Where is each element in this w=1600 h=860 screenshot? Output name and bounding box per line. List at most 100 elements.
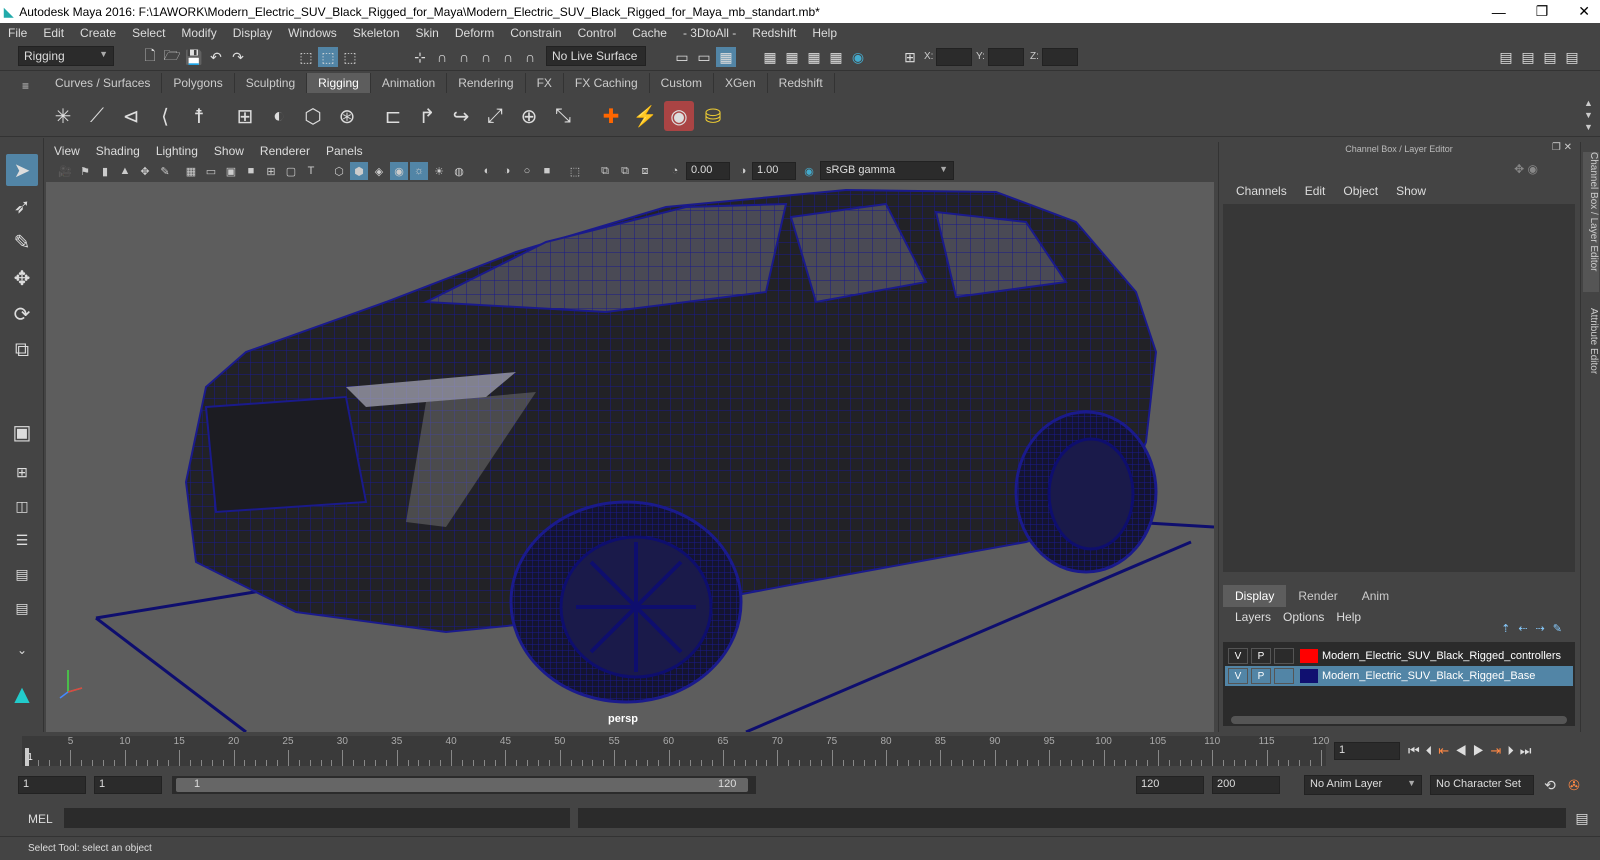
- insert-joint-icon[interactable]: ⟋: [82, 101, 112, 131]
- redo-icon[interactable]: ↷: [228, 47, 248, 67]
- render-view-icon[interactable]: ▦: [760, 47, 780, 67]
- menu-file[interactable]: File: [0, 26, 35, 40]
- x-field[interactable]: [936, 48, 972, 66]
- menu-control[interactable]: Control: [570, 26, 625, 40]
- xray-icon[interactable]: ⬚: [566, 162, 584, 180]
- tool-settings-icon[interactable]: ▤: [1540, 47, 1560, 67]
- orient-constraint-icon[interactable]: ⊕: [514, 101, 544, 131]
- exposure-field[interactable]: 0.00: [686, 162, 730, 180]
- film-gate-icon[interactable]: ▭: [202, 162, 220, 180]
- gate-mask-icon[interactable]: ■: [242, 162, 260, 180]
- tab-curves-surfaces[interactable]: Curves / Surfaces: [44, 73, 163, 93]
- wireframe-on-shaded-icon[interactable]: ◈: [370, 162, 388, 180]
- panel-menu-show[interactable]: Show: [206, 142, 252, 160]
- step-forward-icon[interactable]: ⏵: [1507, 743, 1520, 758]
- menu-cache[interactable]: Cache: [624, 26, 675, 40]
- script-editor-icon[interactable]: ▤: [1572, 808, 1592, 828]
- attribute-editor-icon[interactable]: ▤: [1518, 47, 1538, 67]
- tab-rigging[interactable]: Rigging: [307, 73, 371, 93]
- select-hierarchy-icon[interactable]: ⬚: [296, 47, 316, 67]
- play-forward-icon[interactable]: ▶: [1473, 743, 1491, 758]
- auto-key-icon[interactable]: ⟲: [1540, 775, 1560, 795]
- xray-joints-icon[interactable]: ⧉: [596, 162, 614, 180]
- panel-close-icon[interactable]: ❐ ✕: [1552, 142, 1572, 153]
- cb-menu-object[interactable]: Object: [1334, 184, 1387, 198]
- image-plane-icon[interactable]: ▲: [116, 162, 134, 180]
- graph-layout-icon[interactable]: ▤: [6, 592, 38, 624]
- layer-playback-toggle[interactable]: P: [1251, 668, 1271, 684]
- locator-icon[interactable]: ✚: [596, 101, 626, 131]
- menu-display[interactable]: Display: [225, 26, 280, 40]
- camera-attr-icon[interactable]: ⚑: [76, 162, 94, 180]
- side-tab-attribute-editor[interactable]: Attribute Editor: [1583, 308, 1599, 398]
- menu-modify[interactable]: Modify: [173, 26, 224, 40]
- exposure-icon[interactable]: ◔: [666, 162, 684, 180]
- layer-menu-options[interactable]: Options: [1277, 610, 1330, 624]
- point-constraint-icon[interactable]: ⤢: [480, 101, 510, 131]
- backface-icon[interactable]: ⧈: [636, 162, 654, 180]
- xform-mode-icon[interactable]: ⊞: [900, 47, 920, 67]
- move-tool-icon[interactable]: ✥: [6, 262, 38, 294]
- tab-redshift[interactable]: Redshift: [768, 73, 835, 93]
- color-space-dropdown[interactable]: sRGB gamma ▼: [820, 161, 954, 180]
- tab-rendering[interactable]: Rendering: [447, 73, 526, 93]
- ao-icon[interactable]: ◍: [450, 162, 468, 180]
- range-slider-handle[interactable]: [176, 778, 748, 792]
- rotate-tool-icon[interactable]: ⟳: [6, 298, 38, 330]
- side-tab-channel-box[interactable]: Channel Box / Layer Editor: [1583, 152, 1599, 292]
- snap-grid-icon[interactable]: ⊹: [410, 47, 430, 67]
- mirror-joint-icon[interactable]: ⊲: [116, 101, 146, 131]
- humanik-icon[interactable]: ☨: [184, 101, 214, 131]
- scale-tool-icon[interactable]: ⧉: [6, 334, 38, 366]
- shadows-icon[interactable]: ☀: [430, 162, 448, 180]
- tab-xgen[interactable]: XGen: [714, 73, 768, 93]
- snap-view-icon[interactable]: ∩: [476, 47, 496, 67]
- panel-menu-renderer[interactable]: Renderer: [252, 142, 318, 160]
- wireframe-icon[interactable]: ⬡: [330, 162, 348, 180]
- menu-select[interactable]: Select: [124, 26, 173, 40]
- resolution-gate-icon[interactable]: ▣: [222, 162, 240, 180]
- menu-redshift[interactable]: Redshift: [744, 26, 804, 40]
- menu-set-dropdown[interactable]: Rigging ▼: [18, 46, 114, 66]
- new-scene-icon[interactable]: 🗋: [140, 47, 160, 67]
- undo-icon[interactable]: ↶: [206, 47, 226, 67]
- lasso-tool-icon[interactable]: ➶: [6, 190, 38, 222]
- tab-fx-caching[interactable]: FX Caching: [564, 73, 650, 93]
- cb-menu-edit[interactable]: Edit: [1296, 184, 1335, 198]
- range-slider-track[interactable]: 1 120: [172, 776, 756, 794]
- tab-polygons[interactable]: Polygons: [162, 73, 235, 93]
- prev-key-icon[interactable]: ⇤: [1438, 743, 1455, 758]
- layer-menu-help[interactable]: Help: [1330, 610, 1367, 624]
- tab-fx[interactable]: FX: [526, 73, 564, 93]
- save-scene-icon[interactable]: 💾: [184, 47, 204, 67]
- smooth-shade-icon[interactable]: ⬢: [350, 162, 368, 180]
- panel-menu-view[interactable]: View: [46, 142, 88, 160]
- layout-options-icon[interactable]: ⌄: [6, 634, 38, 666]
- antialias-icon[interactable]: ◑: [498, 162, 516, 180]
- channel-box-options-icon[interactable]: ✥ ◉: [1514, 162, 1538, 176]
- perspective-viewport[interactable]: persp: [46, 182, 1214, 732]
- close-button[interactable]: ✕: [1578, 3, 1590, 20]
- layer-scrollbar[interactable]: [1231, 716, 1567, 724]
- layer-color-swatch[interactable]: [1300, 649, 1318, 663]
- lattice-icon[interactable]: ⬡: [298, 101, 328, 131]
- animation-end-field[interactable]: 200: [1212, 776, 1280, 794]
- hypershade-layout-icon[interactable]: ▤: [6, 558, 38, 590]
- time-slider-track[interactable]: 5 10 15 20 25 30 35 40 45 50 55 60 65 70 75 80 85 90 95 100…: [22, 736, 1329, 766]
- select-object-icon[interactable]: ⬚: [318, 47, 338, 67]
- snap-live-icon[interactable]: ∩: [520, 47, 540, 67]
- channel-list[interactable]: [1223, 204, 1575, 572]
- render-current-icon[interactable]: ▦: [782, 47, 802, 67]
- shelf-scroll-arrows[interactable]: ▲ ▼ ▼: [1584, 97, 1593, 133]
- panel-menu-panels[interactable]: Panels: [318, 142, 371, 160]
- animation-start-field[interactable]: 1: [18, 776, 86, 794]
- channel-box-icon[interactable]: ▤: [1562, 47, 1582, 67]
- construction-history-icon[interactable]: ▦: [716, 47, 736, 67]
- ipr-render-icon[interactable]: ▦: [804, 47, 824, 67]
- persp-graph-icon[interactable]: ☰: [6, 524, 38, 556]
- single-perspective-icon[interactable]: ▣: [6, 416, 38, 448]
- layer-playback-toggle[interactable]: P: [1251, 648, 1271, 664]
- playback-start-field[interactable]: 1: [94, 776, 162, 794]
- xray-active-icon[interactable]: ⧉: [616, 162, 634, 180]
- layer-row[interactable]: V P Modern_Electric_SUV_Black_Rigged_Bas…: [1225, 666, 1573, 686]
